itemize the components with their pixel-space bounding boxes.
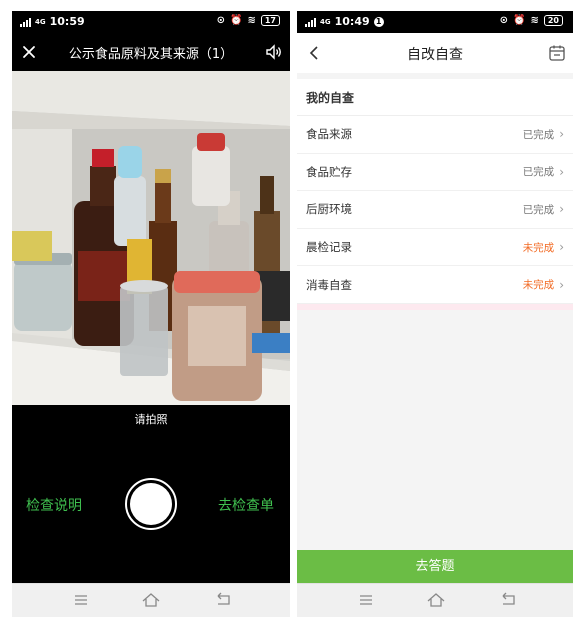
go-to-checklist-link[interactable]: 去检查单 bbox=[218, 495, 274, 515]
status-bar: 4G 10:59 ⊙ ⏰ ≋ 17 bbox=[12, 11, 290, 33]
camera-header: 公示食品原料及其来源（1） bbox=[12, 33, 290, 71]
status-badge: 已完成 bbox=[522, 166, 555, 179]
network-label: 4G bbox=[320, 17, 331, 26]
location-icon: ⊙ bbox=[216, 15, 226, 26]
camera-viewfinder[interactable] bbox=[12, 71, 290, 405]
wifi-icon: ≋ bbox=[530, 15, 539, 26]
network-label: 4G bbox=[35, 17, 46, 26]
home-icon[interactable] bbox=[140, 590, 162, 610]
status-badge: 未完成 bbox=[522, 279, 555, 292]
calendar-icon[interactable] bbox=[547, 43, 567, 63]
wifi-icon: ≋ bbox=[247, 15, 256, 26]
camera-title: 公示食品原料及其来源（1） bbox=[68, 47, 234, 62]
status-badge: 未完成 bbox=[522, 241, 555, 254]
chevron-right-icon: › bbox=[559, 240, 564, 255]
camera-screen: 4G 10:59 ⊙ ⏰ ≋ 17 公示食品原料及其来源（1） 请拍照 检查说明… bbox=[12, 11, 290, 617]
inspection-guide-link[interactable]: 检查说明 bbox=[26, 495, 82, 515]
menu-icon[interactable] bbox=[355, 590, 377, 610]
alarm-icon: ⏰ bbox=[230, 15, 243, 26]
camera-hint: 请拍照 bbox=[134, 413, 168, 426]
notification-badge: 1 bbox=[373, 16, 384, 27]
app-header: 自改自查 bbox=[297, 33, 573, 73]
menu-icon[interactable] bbox=[70, 590, 92, 610]
shutter-button[interactable] bbox=[125, 478, 177, 530]
go-answer-button[interactable]: 去答题 bbox=[297, 550, 573, 583]
system-nav-bar bbox=[297, 583, 573, 617]
camera-preview-image bbox=[12, 71, 290, 405]
status-time: 10:59 bbox=[49, 15, 85, 28]
list-item-kitchen-environment[interactable]: 后厨环境 已完成 › bbox=[297, 191, 573, 229]
list-item-disinfection-check[interactable]: 消毒自查 未完成 › bbox=[297, 266, 573, 304]
item-label: 后厨环境 bbox=[306, 202, 352, 217]
home-icon[interactable] bbox=[425, 590, 447, 610]
signal-icon bbox=[305, 17, 316, 27]
back-nav-icon[interactable] bbox=[497, 590, 519, 610]
status-bar: 4G 10:49 1 ⊙ ⏰ ≋ 20 bbox=[297, 11, 573, 33]
list-footer-divider bbox=[297, 303, 573, 310]
chevron-right-icon: › bbox=[559, 277, 564, 292]
status-badge: 已完成 bbox=[522, 203, 555, 216]
item-label: 食品贮存 bbox=[306, 164, 352, 179]
speaker-icon[interactable] bbox=[264, 42, 284, 62]
self-inspection-list: 我的自查 食品来源 已完成 › 食品贮存 已完成 › 后厨环境 已完成 › 晨检记录 … bbox=[297, 79, 573, 310]
item-label: 晨检记录 bbox=[306, 240, 352, 255]
list-item-food-source[interactable]: 食品来源 已完成 › bbox=[297, 116, 573, 154]
self-inspection-screen: 4G 10:49 1 ⊙ ⏰ ≋ 20 自改自查 我的自查 食品来源 已完成 › … bbox=[297, 11, 573, 617]
status-badge: 已完成 bbox=[522, 128, 555, 141]
signal-icon bbox=[20, 17, 31, 27]
back-nav-icon[interactable] bbox=[212, 590, 234, 610]
page-title: 自改自查 bbox=[407, 47, 463, 63]
chevron-right-icon: › bbox=[559, 202, 564, 217]
chevron-right-icon: › bbox=[559, 164, 564, 179]
item-label: 食品来源 bbox=[306, 127, 352, 142]
section-title: 我的自查 bbox=[297, 79, 573, 116]
system-nav-bar bbox=[12, 583, 290, 617]
status-time: 10:49 bbox=[334, 15, 370, 28]
battery-icon: 17 bbox=[260, 15, 280, 26]
list-item-morning-check[interactable]: 晨检记录 未完成 › bbox=[297, 229, 573, 267]
alarm-icon: ⏰ bbox=[513, 15, 526, 26]
location-icon: ⊙ bbox=[499, 15, 509, 26]
item-label: 消毒自查 bbox=[306, 277, 352, 292]
list-item-food-storage[interactable]: 食品贮存 已完成 › bbox=[297, 154, 573, 192]
battery-icon: 20 bbox=[543, 15, 563, 26]
chevron-right-icon: › bbox=[559, 127, 564, 142]
